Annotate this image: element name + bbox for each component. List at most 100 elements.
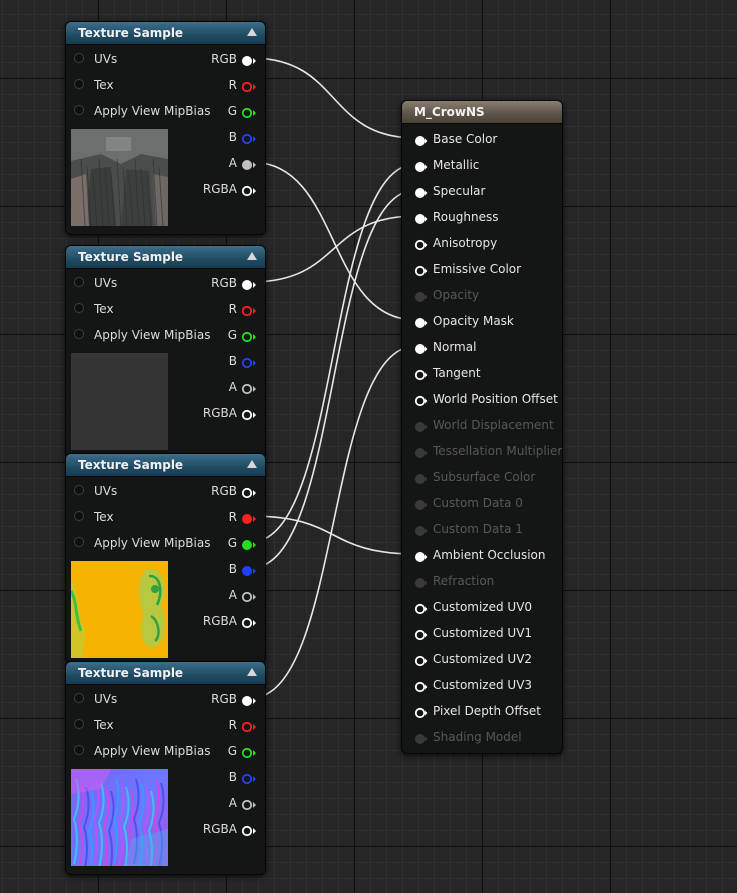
input-pin-row-uvs[interactable]: UVs	[66, 273, 166, 293]
material-input-pin-icon[interactable]	[414, 549, 428, 562]
material-input-pin-icon[interactable]	[414, 601, 428, 615]
material-input-ambient-occlusion[interactable]: Ambient Occlusion	[402, 545, 558, 565]
collapse-arrow-icon[interactable]	[247, 668, 257, 676]
output-pin-b-icon[interactable]	[241, 563, 257, 576]
material-input-pin-icon[interactable]	[414, 315, 428, 328]
output-pin-b-icon[interactable]	[241, 355, 257, 369]
node-header[interactable]: Texture Sample	[66, 22, 265, 45]
output-pin-row-a[interactable]: A	[170, 377, 265, 397]
output-pin-row-b[interactable]: B	[170, 559, 265, 579]
input-pin-icon[interactable]	[74, 53, 84, 63]
input-pin-row-tex[interactable]: Tex	[66, 75, 166, 95]
node-header[interactable]: Texture Sample	[66, 246, 265, 269]
output-pin-rgba-icon[interactable]	[241, 407, 257, 421]
output-pin-b-icon[interactable]	[241, 771, 257, 785]
input-pin-icon[interactable]	[74, 537, 84, 547]
input-pin-row-apply-view-mipbias[interactable]: Apply View MipBias	[66, 325, 210, 345]
input-pin-icon[interactable]	[74, 303, 84, 313]
output-pin-rgba-icon[interactable]	[241, 183, 257, 197]
material-input-metallic[interactable]: Metallic	[402, 155, 558, 175]
wire-a-to-opacity-mask[interactable]	[250, 161, 417, 321]
output-pin-row-g[interactable]: G	[170, 325, 265, 345]
output-pin-rgb-icon[interactable]	[241, 277, 257, 290]
output-pin-a-icon[interactable]	[241, 381, 257, 395]
output-pin-a-icon[interactable]	[241, 797, 257, 811]
texture-sample-node[interactable]: Texture Sample UVs Tex Apply View MipBias RG…	[65, 661, 266, 875]
output-pin-r-icon[interactable]	[241, 303, 257, 317]
material-node-header[interactable]: M_CrowNS	[402, 101, 562, 124]
output-pin-row-rgba[interactable]: RGBA	[170, 403, 265, 423]
material-input-pin-icon[interactable]	[414, 367, 428, 381]
input-pin-icon[interactable]	[74, 745, 84, 755]
output-pin-row-b[interactable]: B	[170, 127, 265, 147]
material-input-pin-icon[interactable]	[414, 185, 428, 198]
output-pin-r-icon[interactable]	[241, 511, 257, 524]
material-input-pin-icon[interactable]	[414, 211, 428, 224]
output-pin-b-icon[interactable]	[241, 131, 257, 145]
material-input-roughness[interactable]: Roughness	[402, 207, 558, 227]
output-pin-row-r[interactable]: R	[170, 299, 265, 319]
collapse-arrow-icon[interactable]	[247, 28, 257, 36]
node-header[interactable]: Texture Sample	[66, 454, 265, 477]
output-pin-rgb-icon[interactable]	[241, 693, 257, 706]
material-input-pin-icon[interactable]	[414, 653, 428, 667]
input-pin-row-apply-view-mipbias[interactable]: Apply View MipBias	[66, 741, 210, 761]
output-pin-row-g[interactable]: G	[170, 101, 265, 121]
input-pin-row-uvs[interactable]: UVs	[66, 689, 166, 709]
texture-sample-node[interactable]: Texture Sample UVs Tex Apply View MipBias RG…	[65, 21, 266, 235]
output-pin-r-icon[interactable]	[241, 79, 257, 93]
material-input-specular[interactable]: Specular	[402, 181, 558, 201]
input-pin-row-tex[interactable]: Tex	[66, 299, 166, 319]
input-pin-row-tex[interactable]: Tex	[66, 715, 166, 735]
wire-rgb-to-normal[interactable]	[250, 345, 417, 699]
wire-g-to-metallic[interactable]	[250, 163, 417, 543]
output-pin-row-r[interactable]: R	[170, 715, 265, 735]
input-pin-row-uvs[interactable]: UVs	[66, 49, 166, 69]
material-input-emissive-color[interactable]: Emissive Color	[402, 259, 558, 279]
material-input-tangent[interactable]: Tangent	[402, 363, 558, 383]
input-pin-icon[interactable]	[74, 511, 84, 521]
output-pin-g-icon[interactable]	[241, 329, 257, 343]
output-pin-row-a[interactable]: A	[170, 153, 265, 173]
collapse-arrow-icon[interactable]	[247, 460, 257, 468]
material-input-pin-icon[interactable]	[414, 237, 428, 251]
output-pin-row-g[interactable]: G	[170, 533, 265, 553]
wire-rgb-to-roughness[interactable]	[250, 215, 417, 283]
output-pin-row-rgb[interactable]: RGB	[170, 689, 265, 709]
output-pin-g-icon[interactable]	[241, 537, 257, 550]
material-input-opacity-mask[interactable]: Opacity Mask	[402, 311, 558, 331]
output-pin-g-icon[interactable]	[241, 745, 257, 759]
input-pin-icon[interactable]	[74, 105, 84, 115]
output-pin-row-rgba[interactable]: RGBA	[170, 179, 265, 199]
material-input-pin-icon[interactable]	[414, 159, 428, 172]
output-pin-rgb-icon[interactable]	[241, 53, 257, 66]
material-input-pin-icon[interactable]	[414, 133, 428, 146]
input-pin-icon[interactable]	[74, 329, 84, 339]
wire-b-to-specular[interactable]	[250, 189, 417, 569]
material-input-pin-icon[interactable]	[414, 393, 428, 407]
output-pin-row-rgba[interactable]: RGBA	[170, 819, 265, 839]
material-input-pin-icon[interactable]	[414, 679, 428, 693]
output-pin-row-a[interactable]: A	[170, 585, 265, 605]
material-input-pin-icon[interactable]	[414, 341, 428, 354]
output-pin-row-r[interactable]: R	[170, 75, 265, 95]
texture-sample-node[interactable]: Texture Sample UVs Tex Apply View MipBias RG…	[65, 453, 266, 663]
output-pin-row-b[interactable]: B	[170, 351, 265, 371]
input-pin-icon[interactable]	[74, 693, 84, 703]
input-pin-row-apply-view-mipbias[interactable]: Apply View MipBias	[66, 101, 210, 121]
material-result-node[interactable]: M_CrowNS Base Color Metallic Specular Roughn…	[401, 100, 563, 754]
collapse-arrow-icon[interactable]	[247, 252, 257, 260]
input-pin-icon[interactable]	[74, 719, 84, 729]
input-pin-icon[interactable]	[74, 277, 84, 287]
material-input-pin-icon[interactable]	[414, 627, 428, 641]
output-pin-row-b[interactable]: B	[170, 767, 265, 787]
output-pin-row-g[interactable]: G	[170, 741, 265, 761]
material-input-anisotropy[interactable]: Anisotropy	[402, 233, 558, 253]
output-pin-row-rgba[interactable]: RGBA	[170, 611, 265, 631]
wire-r-to-ambient-occlusion[interactable]	[250, 515, 417, 555]
material-input-pixel-depth-offset[interactable]: Pixel Depth Offset	[402, 701, 558, 721]
input-pin-row-uvs[interactable]: UVs	[66, 481, 166, 501]
output-pin-rgba-icon[interactable]	[241, 615, 257, 629]
material-input-customized-uv1[interactable]: Customized UV1	[402, 623, 558, 643]
input-pin-row-apply-view-mipbias[interactable]: Apply View MipBias	[66, 533, 210, 553]
